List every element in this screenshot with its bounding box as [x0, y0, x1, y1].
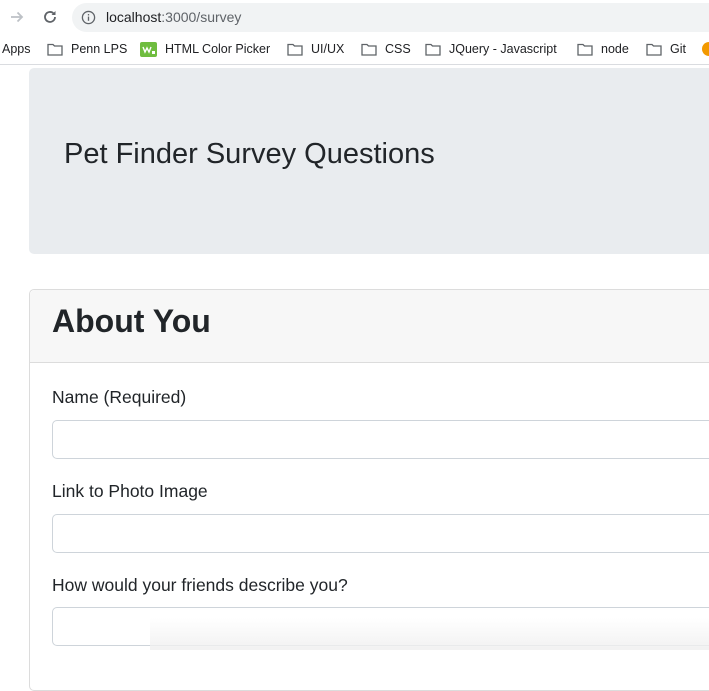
url-host: localhost	[106, 9, 162, 25]
bookmark-favicon-icon	[702, 42, 709, 56]
browser-toolbar: localhost:3000/survey	[0, 0, 709, 34]
bookmark-html-color-picker[interactable]: HTML Color Picker	[140, 41, 270, 57]
bookmark-ui-ux[interactable]: UI/UX	[287, 41, 344, 57]
url-path: :3000/survey	[161, 9, 242, 25]
bookmark-node[interactable]: node	[577, 41, 629, 57]
card-title: About You	[52, 303, 211, 339]
card-header: About You	[30, 290, 709, 363]
folder-icon	[577, 43, 593, 56]
bookmark-css[interactable]: CSS	[361, 41, 411, 57]
reload-button[interactable]	[40, 7, 60, 27]
bookmark-label: Git	[670, 42, 686, 56]
folder-icon	[425, 43, 441, 56]
color-picker-icon	[140, 41, 157, 57]
name-input[interactable]	[52, 420, 709, 459]
bookmark-label: JQuery - Javascript	[449, 42, 557, 56]
url-text: localhost:3000/survey	[106, 9, 241, 25]
folder-icon	[361, 43, 377, 56]
friends-describe-label: How would your friends describe you?	[52, 575, 348, 595]
folder-icon	[47, 43, 63, 56]
bookmark-extra[interactable]	[702, 41, 709, 57]
info-icon	[81, 10, 96, 25]
photo-link-label: Link to Photo Image	[52, 481, 208, 501]
folder-icon	[287, 43, 303, 56]
bookmarks-bar: Apps Penn LPS HTML Color Picker UI/UX CS…	[0, 34, 709, 65]
arrow-right-icon	[11, 11, 24, 23]
forward-button[interactable]	[7, 7, 27, 27]
bookmark-label: Penn LPS	[71, 42, 128, 56]
bookmark-apps[interactable]: Apps	[2, 41, 31, 57]
name-label: Name (Required)	[52, 387, 187, 407]
bookmark-label: CSS	[385, 42, 411, 56]
bookmark-label: node	[601, 42, 629, 56]
bookmark-penn-lps[interactable]: Penn LPS	[47, 41, 127, 57]
bookmark-label: Apps	[2, 42, 31, 56]
address-bar[interactable]: localhost:3000/survey	[72, 3, 709, 32]
page-header-jumbotron: Pet Finder Survey Questions	[29, 68, 709, 254]
folder-icon	[646, 43, 662, 56]
bookmark-label: UI/UX	[311, 42, 345, 56]
page-title: Pet Finder Survey Questions	[64, 138, 435, 170]
about-you-card: About You Name (Required) Link to Photo …	[29, 289, 709, 691]
bookmark-git[interactable]: Git	[646, 41, 686, 57]
bookmark-jquery-javascript[interactable]: JQuery - Javascript	[425, 41, 557, 57]
bookmark-label: HTML Color Picker	[165, 42, 271, 56]
photo-link-input[interactable]	[52, 514, 709, 553]
friends-describe-input[interactable]	[52, 607, 709, 646]
reload-icon	[44, 11, 56, 23]
